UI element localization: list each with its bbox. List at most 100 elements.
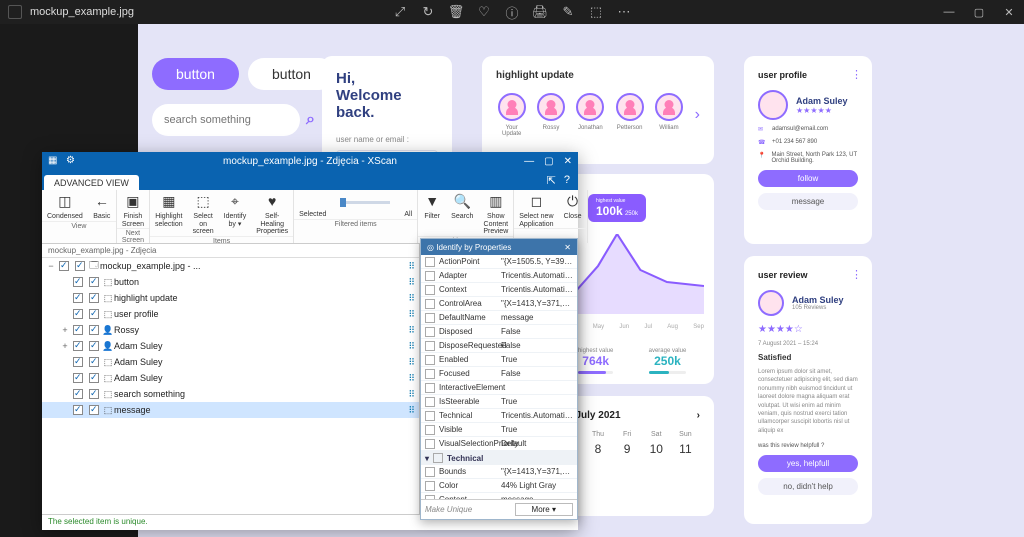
checkbox[interactable] [425,369,435,379]
checkbox[interactable] [425,425,435,435]
tree-list[interactable]: −🗔mockup_example.jpg - ...⠿⬚button⠿⬚high… [42,258,419,514]
minimize-button[interactable]: — [524,156,534,167]
message-button[interactable]: message [758,193,858,210]
checkbox[interactable] [425,411,435,421]
grip-icon[interactable]: ⠿ [408,293,415,304]
chevron-right-icon[interactable]: › [695,106,700,124]
checkbox[interactable] [73,357,83,367]
checkbox[interactable] [73,309,83,319]
prop-row[interactable]: DisposedFalse [421,325,577,339]
checkbox[interactable] [425,285,435,295]
checkbox[interactable] [425,327,435,337]
rotate-icon[interactable]: ↻ [421,5,435,19]
tree-row[interactable]: ⬚Adam Suley⠿ [42,370,419,386]
tree-row[interactable]: ⬚highlight update⠿ [42,290,419,306]
grip-icon[interactable]: ⠿ [408,357,415,368]
checkbox[interactable] [89,389,99,399]
prop-row[interactable]: EnabledTrue [421,353,577,367]
zoom-icon[interactable]: ⤢ [393,5,407,19]
prop-section[interactable]: ▾ Technical [421,451,577,465]
tree-row[interactable]: +👤Adam Suley⠿ [42,338,419,354]
checkbox[interactable] [89,325,99,335]
kebab-icon[interactable]: ⋮ [851,268,862,281]
checkbox[interactable] [75,261,85,271]
checkbox[interactable] [425,271,435,281]
checkbox[interactable] [425,383,435,393]
grip-icon[interactable]: ⠿ [408,261,415,272]
checkbox[interactable] [89,293,99,303]
ribbon-search[interactable]: 🔍Search [446,190,478,236]
avatar-item[interactable]: Jonathan [575,93,606,131]
prop-row[interactable]: VisualSelectionPriorityDefault [421,437,577,451]
prop-row[interactable]: IsSteerableTrue [421,395,577,409]
checkbox[interactable] [73,389,83,399]
avatar-item[interactable]: Petterson [614,93,645,131]
more-icon[interactable]: ⋯ [617,5,631,19]
tree-row[interactable]: −🗔mockup_example.jpg - ...⠿ [42,258,419,274]
tree-row[interactable]: ⬚search something⠿ [42,386,419,402]
checkbox[interactable] [73,405,83,415]
prop-row[interactable]: ContextTricentis.Automatio... [421,283,577,297]
ribbon-filter[interactable]: ▼Filter [418,190,446,236]
yes-helpful-button[interactable]: yes, helpfull [758,455,858,472]
close-icon[interactable]: ✕ [564,243,571,252]
ribbon-basic[interactable]: ←Basic [88,190,116,221]
ribbon-close[interactable]: ⏻Close [559,190,587,228]
checkbox[interactable] [425,257,435,267]
help-icon[interactable]: ? [564,174,570,187]
info-icon[interactable]: ⓘ [505,5,519,19]
properties-panel[interactable]: ◎ Identify by Properties ✕ ActionPoint"{… [420,238,578,520]
properties-title[interactable]: ◎ Identify by Properties ✕ [421,239,577,255]
search-field[interactable]: ⌕ [152,104,300,136]
tree-row[interactable]: ⬚message⠿ [42,402,419,418]
ribbon-finish[interactable]: ▣FinishScreen [117,190,149,228]
prop-row[interactable]: TechnicalTricentis.Automatio... [421,409,577,423]
checkbox[interactable] [73,293,83,303]
grip-icon[interactable]: ⠿ [408,309,415,320]
avatar-item[interactable]: William [653,93,684,131]
tab-advanced-view[interactable]: ADVANCED VIEW [44,175,139,190]
follow-button[interactable]: follow [758,170,858,187]
delete-icon[interactable]: 🗑 [449,5,463,19]
maximize-button[interactable]: ▢ [544,156,553,167]
grip-icon[interactable]: ⠿ [408,405,415,416]
ribbon-self-healing[interactable]: ♥Self-HealingProperties [251,190,293,236]
checkbox[interactable] [59,261,69,271]
kebab-icon[interactable]: ⋮ [851,68,862,81]
more-button[interactable]: More ▾ [515,503,573,516]
prop-row[interactable]: InteractiveElement [421,381,577,395]
avatar-item[interactable]: Rossy [535,93,566,131]
checkbox[interactable] [89,341,99,351]
filter-slider[interactable] [340,201,390,204]
tree-row[interactable]: +👤Rossy⠿ [42,322,419,338]
ribbon-condensed[interactable]: ◫Condensed [42,190,88,221]
grip-icon[interactable]: ⠿ [408,389,415,400]
prop-row[interactable]: VisibleTrue [421,423,577,437]
prop-row[interactable]: Bounds"{X=1413,Y=371,W... [421,465,577,479]
checkbox[interactable] [89,373,99,383]
checkbox[interactable] [425,341,435,351]
prop-row[interactable]: Color44% Light Gray [421,479,577,493]
checkbox[interactable] [89,405,99,415]
cal-next-icon[interactable]: › [697,410,700,421]
maximize-button[interactable]: ▢ [972,6,986,19]
no-helpful-button[interactable]: no, didn't help [758,478,858,495]
close-button[interactable]: ✕ [564,156,572,167]
tree-row[interactable]: ⬚Adam Suley⠿ [42,354,419,370]
gear-icon[interactable]: ⚙ [66,155,78,167]
ribbon-select[interactable]: ◻Select newApplication [514,190,558,228]
search-icon[interactable]: ⌕ [306,111,315,129]
grip-icon[interactable]: ⠿ [408,373,415,384]
ribbon-identify[interactable]: ⌖Identifyby ▾ [219,190,252,236]
prop-row[interactable]: ActionPoint"{X=1505.5, Y=390}" [421,255,577,269]
edit-icon[interactable]: ✎ [561,5,575,19]
properties-grid[interactable]: ActionPoint"{X=1505.5, Y=390}"AdapterTri… [421,255,577,499]
prop-row[interactable]: ControlArea"{X=1413,Y=371,W... [421,297,577,311]
checkbox[interactable] [433,453,443,463]
checkbox[interactable] [425,439,435,449]
checkbox[interactable] [425,467,435,477]
checkbox[interactable] [73,325,83,335]
grip-icon[interactable]: ⠿ [408,341,415,352]
print-icon[interactable]: 🖨 [533,5,547,19]
expand-icon[interactable]: ⇱ [547,174,556,187]
